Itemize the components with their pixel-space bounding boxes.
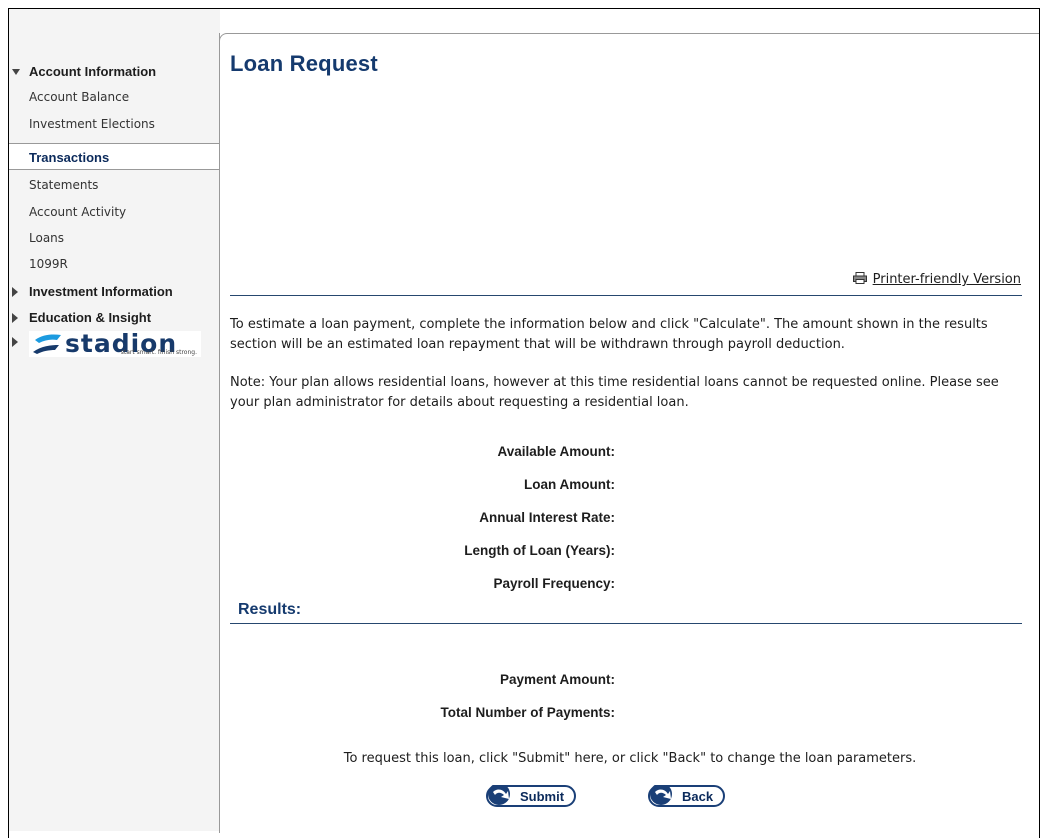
loan-amount-label: Loan Amount: (524, 477, 615, 492)
results-divider (230, 623, 1022, 624)
main-left-border (219, 43, 220, 833)
payroll-frequency-label: Payroll Frequency: (493, 576, 615, 591)
printer-friendly-link[interactable]: Printer-friendly Version (852, 272, 1021, 287)
logo-tagline: start smart. finish strong. (120, 349, 197, 356)
nav-group-education-insight[interactable]: Education & Insight (9, 307, 220, 329)
loan-length-label: Length of Loan (Years): (464, 543, 615, 558)
payment-amount-label: Payment Amount: (499, 672, 615, 687)
collapsed-arrow-icon (12, 287, 18, 297)
main-top-border (227, 33, 1039, 34)
submit-button[interactable]: Submit (486, 783, 577, 807)
sidebar-item-loans[interactable]: Loans (29, 231, 64, 245)
residential-note: Note: Your plan allows residential loans… (230, 375, 999, 410)
tab-label: Transactions (29, 150, 110, 165)
expanded-arrow-icon (12, 69, 20, 75)
nav-group-label: Education & Insight (29, 310, 152, 325)
sidebar-item-1099r[interactable]: 1099R (29, 257, 68, 271)
app-frame: Account Information Account Balance Inve… (8, 8, 1040, 838)
back-label: Back (682, 788, 714, 804)
sidebar-item-account-activity[interactable]: Account Activity (29, 205, 126, 219)
sidebar-item-account-balance[interactable]: Account Balance (29, 90, 129, 104)
collapsed-arrow-icon (12, 337, 18, 347)
back-button[interactable]: Back (648, 783, 726, 807)
intro-text: To estimate a loan payment, complete the… (230, 317, 988, 352)
sidebar-item-investment-elections[interactable]: Investment Elections (29, 117, 155, 131)
back-arrow-icon (648, 783, 678, 807)
nav-group-label: Investment Information (29, 284, 173, 299)
nav-group-investment-information[interactable]: Investment Information (9, 281, 220, 303)
request-instructions: To request this loan, click "Submit" her… (343, 751, 917, 766)
nav-group-account-information[interactable]: Account Information (9, 61, 220, 83)
stadion-swoosh-icon (33, 334, 61, 354)
submit-label: Submit (520, 788, 565, 804)
main-corner (219, 33, 230, 44)
collapsed-arrow-icon (12, 313, 18, 323)
results-heading: Results: (238, 601, 302, 618)
interest-rate-label: Annual Interest Rate: (479, 510, 615, 525)
total-payments-label: Total Number of Payments: (440, 705, 615, 720)
nav-group-label: Account Information (29, 64, 157, 79)
page-title: Loan Request (230, 51, 378, 76)
printer-link-label: Printer-friendly Version (872, 272, 1021, 287)
stadion-logo[interactable]: stadion start smart. finish strong. (29, 329, 201, 358)
tab-transactions[interactable]: Transactions (9, 143, 220, 170)
available-amount-label: Available Amount: (497, 444, 615, 459)
submit-arrow-icon (486, 783, 516, 807)
printer-icon (852, 272, 867, 284)
sidebar: Account Information Account Balance Inve… (9, 9, 220, 831)
main-content (220, 34, 1039, 834)
sidebar-item-statements[interactable]: Statements (29, 178, 98, 192)
divider (230, 295, 1022, 296)
